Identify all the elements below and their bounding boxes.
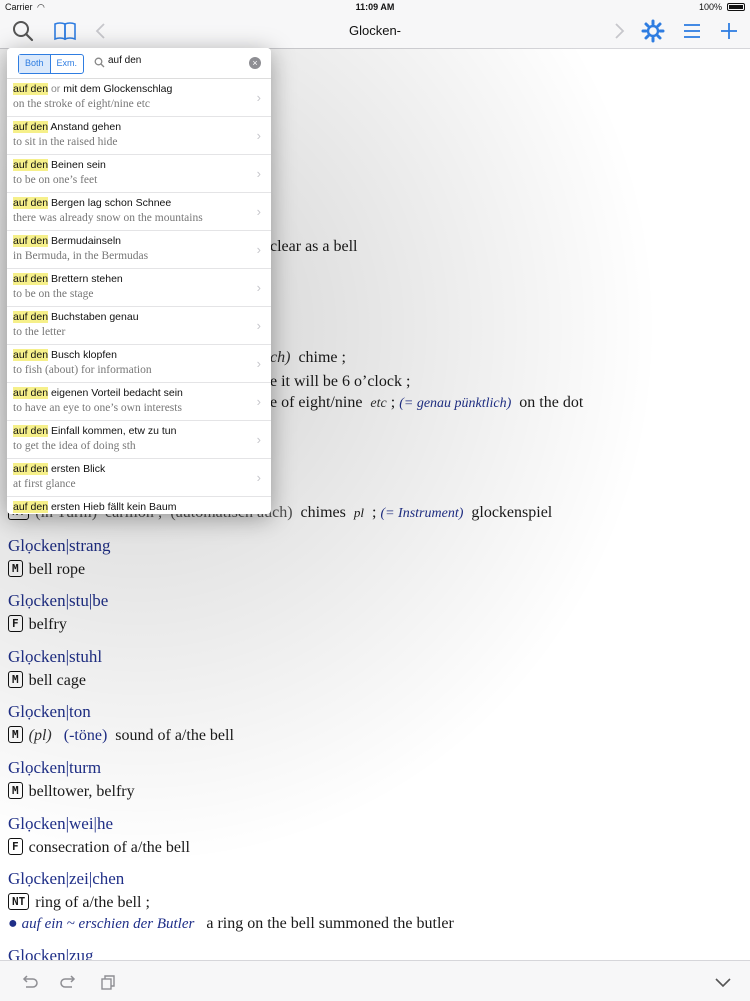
gender-badge: M	[8, 726, 23, 743]
headword: Glọcken|stu|be	[8, 591, 109, 610]
dictionary-entry[interactable]: Glọcken|wei|he Fconsecration of a/the be…	[8, 814, 748, 857]
chevron-right-icon: ›	[256, 204, 261, 219]
definition-fragment: e it will be 6 o’clock ;	[270, 373, 411, 390]
clear-search-icon[interactable]: ×	[249, 57, 261, 69]
plural-label: (pl)	[28, 727, 52, 744]
chevron-right-icon[interactable]	[606, 18, 632, 44]
example-sentence: ● auf ein ~ erschien der Butler a ring on…	[8, 915, 454, 932]
translation: belltower, belfry	[28, 783, 135, 800]
search-result-row[interactable]: auf den Anstand gehen to sit in the raise…	[7, 117, 271, 155]
search-result-row[interactable]: auf den Brettern stehen to be on the stag…	[7, 269, 271, 307]
search-result-row[interactable]: auf den ersten Hieb fällt kein Baum	[7, 497, 271, 514]
status-bar: Carrier ◠ 11:09 AM 100%	[0, 0, 750, 14]
gender-badge: F	[8, 615, 23, 632]
redo-icon[interactable]	[58, 971, 80, 993]
headword: Glọcken|zug	[8, 946, 94, 960]
search-input[interactable]	[108, 55, 238, 66]
dictionary-entry[interactable]: Glọcken|zug	[8, 946, 748, 960]
headword: Glọcken|zei|chen	[8, 869, 125, 888]
chevron-right-icon: ›	[256, 356, 261, 371]
search-result-row[interactable]: auf den Buchstaben genau to the letter ›	[7, 307, 271, 345]
plural-form: (-töne)	[63, 727, 108, 744]
chevron-right-icon: ›	[256, 90, 261, 105]
headword: Glọcken|ton	[8, 702, 91, 721]
search-result-row[interactable]: auf den Beinen sein to be on one’s feet ›	[7, 155, 271, 193]
battery-percent: 100%	[698, 2, 722, 12]
gender-badge: M	[8, 671, 23, 688]
translation: bell cage	[28, 672, 86, 689]
search-result-row[interactable]: auf den Busch klopfen to fish (about) for…	[7, 345, 271, 383]
translation: consecration of a/the bell	[28, 839, 190, 856]
dictionary-entry[interactable]: Glọcken|strang Mbell rope	[8, 536, 748, 579]
gender-badge: M	[8, 560, 23, 577]
search-popover: Both Exm. × auf den or mit dem Glockensc…	[7, 48, 271, 514]
copy-icon[interactable]	[97, 971, 119, 993]
dictionary-entry[interactable]: Glọcken|stuhl Mbell cage	[8, 647, 748, 690]
segment-examples[interactable]: Exm.	[51, 55, 84, 73]
search-result-row[interactable]: auf den or mit dem Glockenschlag on the s…	[7, 79, 271, 117]
chevron-right-icon: ›	[256, 432, 261, 447]
dictionary-entry[interactable]: Glọcken|ton M (pl) (-töne) sound of a/the…	[8, 702, 748, 745]
navigation-bar: Glocken-	[0, 14, 750, 49]
chevron-right-icon: ›	[256, 166, 261, 181]
list-icon[interactable]	[679, 18, 705, 44]
gender-badge: F	[8, 838, 23, 855]
definition-fragment: e of eight/nine etc ; (= genau pünktlich…	[270, 394, 584, 411]
page-title: Glocken-	[348, 23, 402, 38]
segment-both[interactable]: Both	[19, 55, 51, 73]
translation: belfry	[28, 616, 67, 633]
translation: ring of a/the bell ;	[35, 894, 150, 911]
bottom-toolbar	[0, 960, 750, 1001]
dictionary-entry[interactable]: Glọcken|turm Mbelltower, belfry	[8, 758, 748, 801]
search-result-row[interactable]: auf den eigenen Vorteil bedacht sein to h…	[7, 383, 271, 421]
dictionary-entry[interactable]: Glọcken|zei|chen NT ring of a/the bell ; …	[8, 869, 748, 933]
search-result-row[interactable]: auf den Bermudainseln in Bermuda, in the …	[7, 231, 271, 269]
search-result-row[interactable]: auf den ersten Blick at first glance ›	[7, 459, 271, 497]
headword: Glọcken|turm	[8, 758, 102, 777]
status-time: 11:09 AM	[355, 2, 395, 12]
headword: Glọcken|strang	[8, 536, 111, 555]
search-header: Both Exm. ×	[7, 48, 271, 79]
gender-badge: M	[8, 782, 23, 799]
battery-icon	[727, 3, 745, 11]
chevron-right-icon: ›	[256, 242, 261, 257]
chevron-right-icon: ›	[256, 128, 261, 143]
search-result-row[interactable]: auf den Einfall kommen, etw zu tun to get…	[7, 421, 271, 459]
translation: bell rope	[28, 561, 86, 578]
headword: Glọcken|wei|he	[8, 814, 113, 833]
chevron-right-icon: ›	[256, 280, 261, 295]
search-field-icon	[94, 57, 105, 68]
headword: Glọcken|stuhl	[8, 647, 103, 666]
chevron-right-icon: ›	[256, 318, 261, 333]
gear-icon[interactable]	[640, 18, 666, 44]
definition-fragment: clear as a bell	[270, 238, 358, 255]
definition-fragment: ch) chime ;	[270, 349, 346, 366]
chevron-right-icon: ›	[256, 394, 261, 409]
search-result-row[interactable]: auf den Bergen lag schon Schnee there was…	[7, 193, 271, 231]
gender-badge: NT	[8, 893, 30, 910]
add-icon[interactable]	[716, 18, 742, 44]
chevron-down-icon[interactable]	[712, 971, 734, 993]
search-results-list: auf den or mit dem Glockenschlag on the s…	[7, 79, 271, 514]
search-mode-segmented-control: Both Exm.	[18, 54, 85, 74]
undo-icon[interactable]	[18, 971, 40, 993]
dictionary-entry[interactable]: Glọcken|stu|be Fbelfry	[8, 591, 748, 634]
chevron-right-icon: ›	[256, 470, 261, 485]
translation: sound of a/the bell	[115, 727, 234, 744]
